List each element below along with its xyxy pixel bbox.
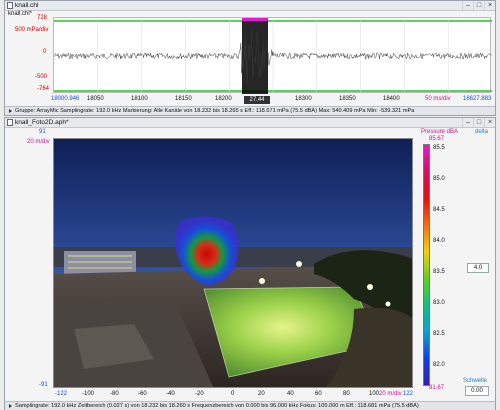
x-tick: -60 (138, 391, 147, 397)
x-tick: -40 (166, 391, 175, 397)
colorbar-tick: 83.5 (433, 269, 445, 275)
marker-value: 27.44 (244, 96, 270, 104)
collapse-arrow-icon[interactable] (9, 404, 13, 408)
colorbar[interactable] (423, 144, 430, 386)
acoustic-photo-titlebar[interactable]: knall_Foto2D.aph* – □ × (5, 118, 495, 128)
x-tick: 18300 (295, 96, 312, 102)
acoustic-photo-window: knall_Foto2D.aph* – □ × 91 20 m/div -91 (4, 117, 496, 410)
marker-region (242, 18, 268, 94)
colorbar-tick: 85.0 (433, 176, 445, 182)
acoustic-photo-statusbar: Samplingrate: 192.0 kHz Zeitbereich (0.0… (5, 401, 495, 410)
file-icon (7, 119, 13, 126)
threshold-label: Schwelle (463, 378, 488, 384)
waveform-svg (54, 18, 492, 94)
maximize-icon[interactable]: □ (473, 1, 484, 10)
colorbar-tick: 82.5 (433, 331, 445, 337)
marker-handle (242, 18, 268, 21)
y-tick-zero: 0 (43, 49, 47, 55)
x-tick: 18050 (87, 96, 104, 102)
x-tick: 20 (258, 391, 265, 397)
window-title: knall.chl (15, 2, 39, 9)
close-icon[interactable]: × (484, 1, 495, 10)
minimize-icon[interactable]: – (462, 118, 473, 127)
x-tick: 0 (231, 391, 235, 397)
x-tick: 100 (369, 391, 380, 397)
x-tick: 18350 (339, 96, 356, 102)
x-scale-label: 20 m/div (379, 391, 402, 397)
x-tick: 18150 (175, 96, 192, 102)
x-tick: 18000.946 (51, 96, 80, 102)
waveform-plot[interactable] (53, 17, 492, 94)
x-tick: 60 (315, 391, 322, 397)
x-tick: 40 (287, 391, 294, 397)
file-icon (7, 2, 13, 9)
collapse-arrow-icon[interactable] (9, 109, 13, 113)
window-title: knall_Foto2D.aph* (15, 119, 69, 126)
colorbar-title: Pressure dBA (421, 129, 459, 135)
minimize-icon[interactable]: – (462, 1, 473, 10)
x-tick: -100 (82, 391, 95, 397)
y-tick-scale: 500 mPa/div (15, 27, 49, 33)
document-tab[interactable]: knall.chl* (8, 11, 32, 17)
colorbar-top-value: 85.67 (429, 136, 445, 142)
colorbar-tick: 82.0 (433, 362, 445, 368)
y-tick-bottom: -91 (39, 382, 48, 388)
colorbar-tick: 83.0 (433, 300, 445, 306)
y-scale-label: 20 m/div (27, 139, 50, 145)
colorbar-bottom-value: 81.67 (429, 385, 445, 391)
status-text: Samplingrate: 192.0 kHz Zeitbereich (0.0… (15, 403, 419, 409)
colorbar-tick: 84.5 (433, 207, 445, 213)
maximize-icon[interactable]: □ (473, 118, 484, 127)
status-text: Gruppe: ArrayMic Samplingrate: 192.0 kHz… (15, 108, 415, 114)
y-tick-bottom: -764 (37, 86, 50, 92)
delta-label: delta (475, 129, 489, 135)
time-signal-statusbar: Gruppe: ArrayMic Samplingrate: 192.0 kHz… (5, 106, 495, 115)
x-tick: -20 (195, 391, 204, 397)
time-signal-titlebar[interactable]: knall.chl – □ × (5, 1, 495, 11)
x-tick-end: 18627.883 (463, 96, 492, 102)
y-tick-neg: -500 (35, 74, 48, 80)
delta-input[interactable]: 4.0 (467, 263, 489, 273)
x-tick: 18400 (383, 96, 400, 102)
time-signal-window: knall.chl – □ × knall.chl* 728 500 mPa/d… (4, 0, 496, 116)
x-scale-label: 50 ms/div (425, 96, 451, 102)
x-tick: 18200 (215, 96, 232, 102)
colorbar-tick: 85.5 (433, 145, 445, 151)
colorbar-tick: 84.0 (433, 238, 445, 244)
threshold-input[interactable]: 0.00 (465, 386, 489, 396)
y-tick-top: 728 (37, 15, 48, 21)
acoustic-photo-view[interactable] (53, 138, 413, 388)
stadium-photo (54, 139, 412, 387)
x-tick: -122 (55, 391, 68, 397)
x-tick: -80 (110, 391, 119, 397)
x-tick: 80 (343, 391, 350, 397)
x-tick-end: 122 (403, 391, 414, 397)
close-icon[interactable]: × (484, 118, 495, 127)
y-tick-top: 91 (39, 129, 46, 135)
x-tick: 18100 (131, 96, 148, 102)
